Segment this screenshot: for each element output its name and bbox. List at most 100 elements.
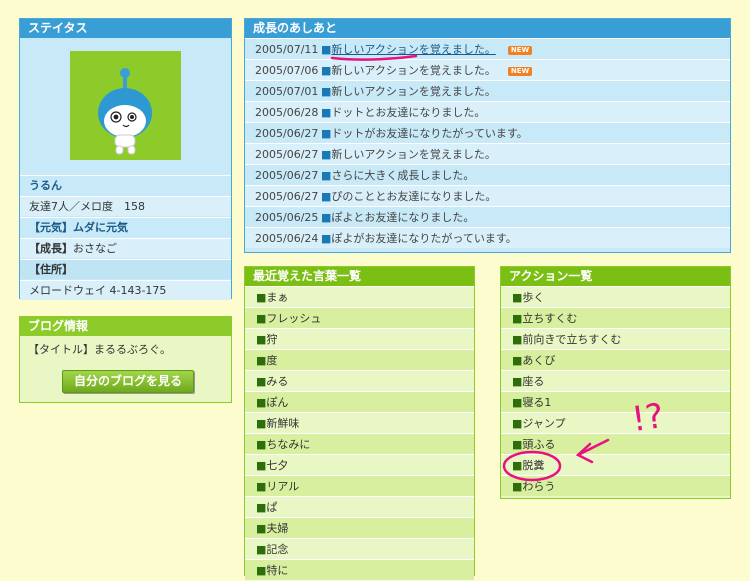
avatar[interactable] [70, 51, 181, 160]
bullet-icon: ■ [256, 417, 267, 430]
words-item: ■フレッシュ [245, 307, 474, 328]
history-text: 新しいアクションを覚えました。 [331, 85, 496, 98]
words-item-label: 七夕 [266, 459, 289, 472]
words-item: ■度 [245, 349, 474, 370]
history-date: 2005/06/28 [255, 106, 319, 119]
actions-item-label: 前向きで立ちすくむ [522, 333, 622, 346]
actions-header: アクション一覧 [501, 267, 730, 286]
history-row: 2005/06/24 ■ぽよがお友達になりたがっています。 [245, 227, 730, 248]
words-item-label: 記念 [266, 543, 289, 556]
address-value: メロードウェイ 4-143-175 [20, 280, 231, 300]
actions-item: ■座る [501, 370, 730, 391]
history-date: 2005/06/27 [255, 148, 319, 161]
words-item-label: 夫婦 [266, 522, 289, 535]
bullet-icon: ■ [321, 43, 332, 56]
words-item: ■ちなみに [245, 433, 474, 454]
words-header: 最近覚えた言葉一覧 [245, 267, 474, 286]
bullet-icon: ■ [256, 438, 267, 451]
bullet-icon: ■ [512, 417, 523, 430]
history-text: さらに大きく成長しました。 [331, 169, 475, 182]
character-icon [98, 68, 152, 155]
history-date: 2005/07/11 [255, 43, 319, 56]
words-item-label: 特に [266, 564, 289, 577]
bullet-icon: ■ [321, 211, 332, 224]
status-header: ステイタス [20, 19, 231, 38]
bullet-icon: ■ [256, 312, 267, 325]
address-label: 【住所】 [20, 259, 231, 279]
bullet-icon: ■ [256, 459, 267, 472]
actions-item: ■前向きで立ちすくむ [501, 328, 730, 349]
actions-item-label: 歩く [522, 291, 545, 304]
words-item-label: みる [266, 375, 289, 388]
words-item: ■特に [245, 559, 474, 580]
history-text: ぽよがお友達になりたがっています。 [331, 232, 517, 245]
words-item-label: まぁ [266, 291, 289, 304]
bullet-icon: ■ [512, 396, 523, 409]
actions-item-label: 脱糞 [522, 459, 545, 472]
history-row: 2005/06/27 ■ドットがお友達になりたがっています。 [245, 122, 730, 143]
history-text[interactable]: 新しいアクションを覚えました。 [331, 43, 495, 56]
history-text: 新しいアクションを覚えました。 [331, 64, 496, 77]
actions-panel: アクション一覧 ■歩く ■立ちすくむ ■前向きで立ちすくむ ■あくび ■座る ■寝る1 ■ジ… [500, 266, 731, 499]
blog-header: ブログ情報 [20, 317, 231, 336]
bullet-icon: ■ [512, 459, 523, 472]
words-item: ■まぁ [245, 286, 474, 307]
words-item: ■七夕 [245, 454, 474, 475]
actions-item-label: 頭ふる [522, 438, 556, 451]
new-badge: NEW [507, 66, 533, 76]
view-blog-button[interactable]: 自分のブログを見る [62, 370, 194, 393]
actions-item: ■脱糞 [501, 454, 730, 475]
actions-item-label: あくび [522, 354, 556, 367]
history-date: 2005/07/01 [255, 85, 319, 98]
bullet-icon: ■ [256, 291, 267, 304]
growth-label: 【成長】 [29, 242, 73, 255]
history-row: 2005/07/11 ■新しいアクションを覚えました。 NEW [245, 38, 730, 59]
growth-value: おさなご [73, 242, 117, 255]
actions-item-label: 立ちすくむ [522, 312, 578, 325]
status-panel: ステイタス うるん 友達7人／メロ度 158 【元気】ムダに元気 【成長】おさな… [19, 18, 232, 300]
bullet-icon: ■ [512, 480, 523, 493]
bullet-icon: ■ [321, 190, 332, 203]
bullet-icon: ■ [256, 354, 267, 367]
bullet-icon: ■ [512, 291, 523, 304]
words-item-label: 新鮮味 [266, 417, 300, 430]
history-text: 新しいアクションを覚えました。 [331, 148, 496, 161]
history-row: 2005/07/06 ■新しいアクションを覚えました。 NEW [245, 59, 730, 80]
bullet-icon: ■ [256, 396, 267, 409]
words-item: ■みる [245, 370, 474, 391]
actions-item-label: ジャンプ [522, 417, 566, 430]
actions-item: ■ジャンプ [501, 412, 730, 433]
words-panel: 最近覚えた言葉一覧 ■まぁ ■フレッシュ ■狩 ■度 ■みる ■ぽん ■新鮮味 ■ちなみに ■七… [244, 266, 475, 580]
history-panel: 成長のあしあと 2005/07/11 ■新しいアクションを覚えました。 NEW 200… [244, 18, 731, 253]
bullet-icon: ■ [512, 312, 523, 325]
words-item-label: ぽん [266, 396, 289, 409]
words-item: ■ぱ [245, 496, 474, 517]
bullet-icon: ■ [256, 543, 267, 556]
words-item: ■夫婦 [245, 517, 474, 538]
words-item-label: 狩 [266, 333, 278, 346]
bullet-icon: ■ [256, 501, 267, 514]
history-row: 2005/06/27 ■さらに大きく成長しました。 [245, 164, 730, 185]
genki-info: 【元気】ムダに元気 [20, 217, 231, 237]
new-badge: NEW [507, 45, 533, 55]
bullet-icon: ■ [512, 438, 523, 451]
bullet-icon: ■ [512, 375, 523, 388]
words-item: ■リアル [245, 475, 474, 496]
history-date: 2005/06/27 [255, 169, 319, 182]
actions-item: ■寝る1 [501, 391, 730, 412]
history-date: 2005/06/27 [255, 127, 319, 140]
bullet-icon: ■ [256, 333, 267, 346]
words-item: ■狩 [245, 328, 474, 349]
blog-title: 【タイトル】まるるぶろぐ。 [28, 343, 171, 356]
history-row: 2005/06/27 ■新しいアクションを覚えました。 [245, 143, 730, 164]
bullet-icon: ■ [321, 169, 332, 182]
actions-item: ■歩く [501, 286, 730, 307]
history-date: 2005/06/24 [255, 232, 319, 245]
words-item: ■ぽん [245, 391, 474, 412]
history-text: ぽよとお友達になりました。 [331, 211, 475, 224]
bullet-icon: ■ [321, 106, 332, 119]
actions-item: ■頭ふる [501, 433, 730, 454]
words-item-label: リアル [266, 480, 300, 493]
bullet-icon: ■ [321, 232, 332, 245]
actions-item: ■あくび [501, 349, 730, 370]
